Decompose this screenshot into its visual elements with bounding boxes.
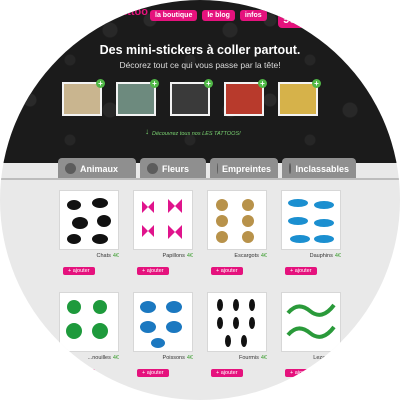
fish-icon	[140, 301, 182, 348]
tab-label: Animaux	[80, 163, 119, 174]
add-button[interactable]: + ajouter	[211, 267, 243, 275]
tab-animaux[interactable]: Animaux	[58, 158, 136, 179]
product-card-poissons: Poissons 4€ + ajouter	[133, 292, 193, 379]
plus-icon[interactable]: +	[204, 79, 213, 88]
plus-icon[interactable]: +	[312, 79, 321, 88]
frog-icon	[66, 300, 108, 339]
product-name: Escargots	[234, 253, 259, 259]
product-meta: Dauphins 4€	[281, 253, 341, 259]
footprint-icon	[217, 163, 218, 174]
product-card-grenouilles: ...nouilles 4€ + ajouter	[59, 292, 119, 379]
add-button[interactable]: + ajouter	[285, 369, 317, 377]
add-button[interactable]: + ajouter	[285, 267, 317, 275]
product-price: 4€	[334, 253, 341, 259]
discover-link[interactable]: Découvrez tous nos LES TATTOOS!	[152, 131, 241, 137]
plus-icon[interactable]: +	[150, 79, 159, 88]
hero-headline: Des mini-stickers à coller partout.	[99, 43, 301, 57]
paw-icon	[65, 163, 76, 174]
plus-icon[interactable]: +	[258, 79, 267, 88]
product-meta: Escargots 4€	[207, 253, 267, 259]
cat-icon	[67, 198, 111, 244]
product-name: Dauphins	[309, 253, 333, 259]
arrow-down-icon: ↓	[145, 127, 149, 136]
product-price: 4€	[260, 253, 267, 259]
flower-icon	[147, 163, 158, 174]
product-card-fourmis: Fourmis 4€ + ajouter	[207, 292, 267, 379]
hero-banner: ...ttoo la boutique le blog infos 99 Des…	[0, 0, 400, 179]
tab-strip	[0, 178, 400, 180]
product-price: 4€	[334, 355, 341, 361]
tab-label: Inclassables	[295, 163, 349, 174]
product-card-chats: Chats 4€ + ajouter	[59, 190, 119, 277]
corner-badge[interactable]: 99	[278, 10, 348, 28]
misc-icon	[289, 163, 292, 174]
thumbnail-5[interactable]: +	[278, 79, 321, 116]
product-name: Lezards	[313, 355, 333, 361]
product-card-papillons: Papillons 4€ + ajouter	[133, 190, 193, 277]
tab-empreintes[interactable]: Empreintes	[210, 158, 278, 179]
tab-label: Empreintes	[221, 163, 271, 174]
top-nav: la boutique le blog infos	[150, 10, 267, 21]
product-image-butterflies[interactable]	[133, 190, 193, 250]
add-button[interactable]: + ajouter	[63, 267, 95, 275]
product-image-lizards[interactable]	[281, 292, 341, 352]
product-card-lezards: Lezards 4€ + ajouter	[281, 292, 341, 379]
tab-fleurs[interactable]: Fleurs	[140, 158, 206, 179]
product-price: 4€	[112, 253, 119, 259]
hero-subline: Décorez tout ce qui vous passe par la tê…	[119, 60, 281, 70]
product-meta: Poissons 4€	[133, 355, 193, 361]
product-image-cats[interactable]	[59, 190, 119, 250]
product-price: 4€	[186, 253, 193, 259]
dolphin-icon	[288, 199, 334, 243]
thumbnail-2[interactable]: +	[116, 79, 159, 116]
product-meta: ...nouilles 4€	[59, 355, 119, 361]
nav-boutique[interactable]: la boutique	[150, 10, 198, 21]
product-name: Poissons	[162, 355, 185, 361]
snail-icon	[216, 199, 254, 243]
add-button[interactable]: + ajouter	[211, 369, 243, 377]
add-button[interactable]: + ajouter	[137, 369, 169, 377]
add-button[interactable]: + ajouter	[63, 369, 95, 377]
product-name: Fourmis	[239, 355, 259, 361]
product-card-dauphins: Dauphins 4€ + ajouter	[281, 190, 341, 277]
product-meta: Lezards 4€	[281, 355, 341, 361]
product-image-fish[interactable]	[133, 292, 193, 352]
product-meta: Papillons 4€	[133, 253, 193, 259]
tab-label: Fleurs	[162, 163, 190, 174]
thumbnail-1[interactable]: +	[62, 79, 105, 116]
product-name: Papillons	[162, 253, 185, 259]
product-price: 4€	[186, 355, 193, 361]
thumbnail-3[interactable]: +	[170, 79, 213, 116]
nav-infos[interactable]: infos	[239, 10, 267, 21]
product-image-frogs[interactable]	[59, 292, 119, 352]
product-image-dolphins[interactable]	[281, 190, 341, 250]
product-name: Chats	[96, 253, 111, 259]
circular-viewport: ...ttoo la boutique le blog infos 99 Des…	[0, 0, 400, 400]
product-price: 4€	[112, 355, 119, 361]
nav-blog[interactable]: le blog	[202, 10, 235, 21]
product-meta: Fourmis 4€	[207, 355, 267, 361]
butterfly-icon	[142, 199, 182, 239]
ant-icon	[217, 299, 255, 347]
product-image-ants[interactable]	[207, 292, 267, 352]
product-image-snails[interactable]	[207, 190, 267, 250]
lizard-icon	[286, 303, 336, 339]
tab-inclassables[interactable]: Inclassables	[282, 158, 356, 179]
product-card-escargots: Escargots 4€ + ajouter	[207, 190, 267, 277]
plus-icon[interactable]: +	[96, 79, 105, 88]
product-price: 4€	[260, 355, 267, 361]
category-tabs: Animaux Fleurs Empreintes Inclassables	[58, 158, 356, 179]
thumbnail-4[interactable]: +	[224, 79, 267, 116]
add-button[interactable]: + ajouter	[137, 267, 169, 275]
product-meta: Chats 4€	[59, 253, 120, 259]
site-logo[interactable]: ...ttoo	[118, 6, 148, 18]
hero-thumbnails: + + + + +	[62, 79, 321, 116]
product-name: ...nouilles	[87, 355, 111, 361]
